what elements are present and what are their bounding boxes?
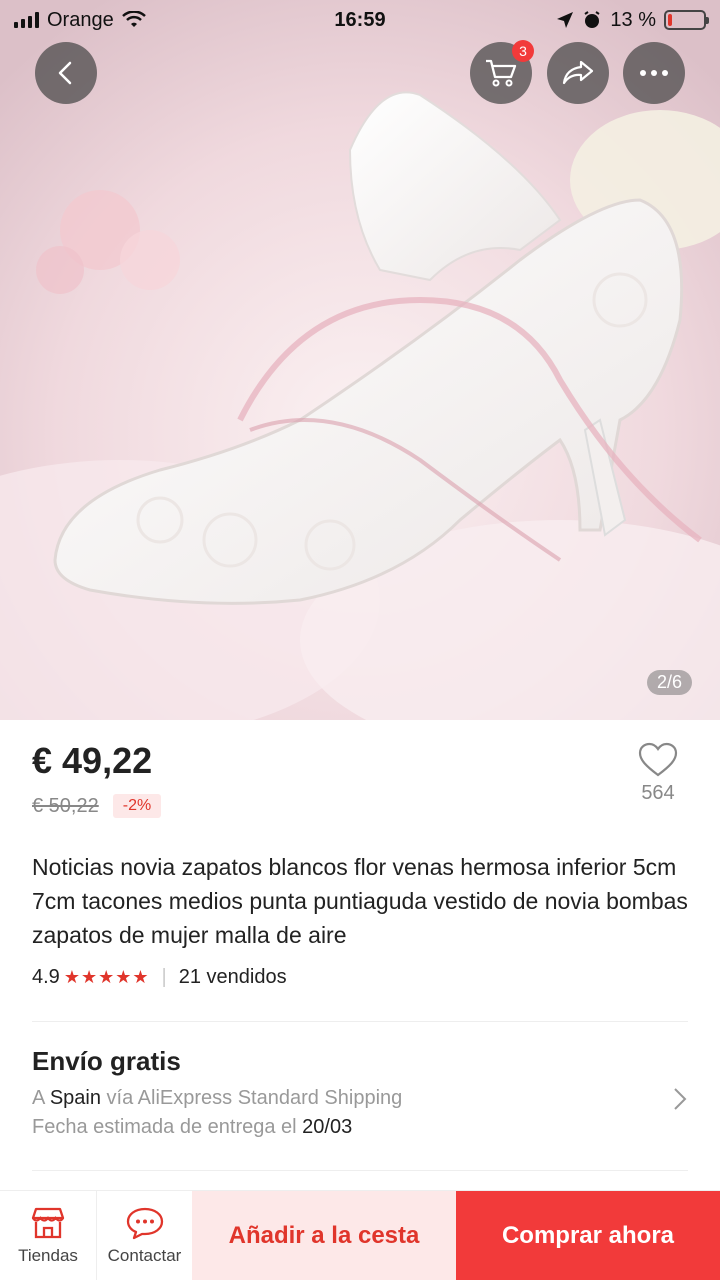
share-icon <box>562 60 594 85</box>
sold-count: 21 vendidos <box>178 966 287 988</box>
rating-stars-icon: ★★★★★ <box>63 967 150 987</box>
chat-icon <box>126 1207 163 1239</box>
alarm-icon <box>584 11 600 28</box>
product-image[interactable] <box>0 0 720 720</box>
shipping-section[interactable]: Envío gratis A Spain vía AliExpress Stan… <box>32 1046 688 1139</box>
signal-icon <box>14 12 39 28</box>
back-icon <box>58 61 72 85</box>
buy-now-button[interactable]: Comprar ahora <box>456 1191 720 1280</box>
shipping-title: Envío gratis <box>32 1046 181 1076</box>
shipping-country: Spain <box>49 1087 101 1109</box>
share-button[interactable] <box>547 42 609 104</box>
cart-button[interactable]: 3 <box>470 40 534 104</box>
status-right: 13 % <box>556 8 709 32</box>
original-price: € 50,22 <box>32 794 99 817</box>
battery-fill <box>668 14 673 26</box>
more-button[interactable] <box>623 42 685 104</box>
heart-icon <box>638 742 678 777</box>
cart-count-badge: 3 <box>512 40 534 62</box>
product-title: Noticias novia zapatos blancos flor vena… <box>32 854 688 948</box>
battery-percent: 13 % <box>610 8 656 31</box>
store-icon <box>31 1207 65 1238</box>
shipping-to-prefix: A <box>32 1087 45 1109</box>
bottom-action-bar: Tiendas Contactar Añadir a la cesta Comp… <box>0 1190 720 1280</box>
divider <box>32 1170 688 1171</box>
image-counter: 2/6 <box>646 670 692 695</box>
wishlist-button[interactable]: 564 <box>628 742 688 805</box>
wishlist-count: 564 <box>641 782 675 804</box>
shoe-illustration <box>0 0 720 720</box>
status-bar: Orange 16:59 13 % <box>0 0 720 40</box>
battery-icon <box>664 10 709 30</box>
contact-button[interactable]: Contactar <box>96 1191 192 1280</box>
shipping-eta-prefix: Fecha estimada de entrega el <box>32 1116 297 1138</box>
cart-icon <box>486 59 517 87</box>
rating-row[interactable]: 4.9 ★★★★★ | 21 vendidos <box>32 966 287 989</box>
rating-separator: | <box>161 966 167 988</box>
wifi-icon <box>121 11 146 27</box>
stores-button[interactable]: Tiendas <box>0 1191 96 1280</box>
rating-value: 4.9 <box>32 966 60 988</box>
status-left: Orange <box>14 9 146 32</box>
more-icon <box>640 70 668 76</box>
add-to-cart-button[interactable]: Añadir a la cesta <box>192 1191 456 1280</box>
price-section: € 49,22 € 50,22 -2% 564 <box>32 740 688 818</box>
shipping-method: vía AliExpress Standard Shipping <box>106 1087 403 1109</box>
contact-label: Contactar <box>107 1245 182 1265</box>
carrier-label: Orange <box>47 8 114 31</box>
old-price-row: € 50,22 -2% <box>32 794 688 818</box>
discount-badge: -2% <box>112 794 162 818</box>
back-button[interactable] <box>35 42 97 104</box>
chevron-right-icon <box>674 1088 687 1110</box>
shipping-eta-date: 20/03 <box>302 1116 353 1138</box>
location-arrow-icon <box>557 12 574 28</box>
shipping-destination: A Spain vía AliExpress Standard Shipping <box>32 1087 688 1110</box>
divider <box>32 1021 688 1022</box>
shipping-eta: Fecha estimada de entrega el 20/03 <box>32 1116 688 1139</box>
stores-label: Tiendas <box>18 1245 78 1265</box>
current-price: € 49,22 <box>32 740 153 781</box>
